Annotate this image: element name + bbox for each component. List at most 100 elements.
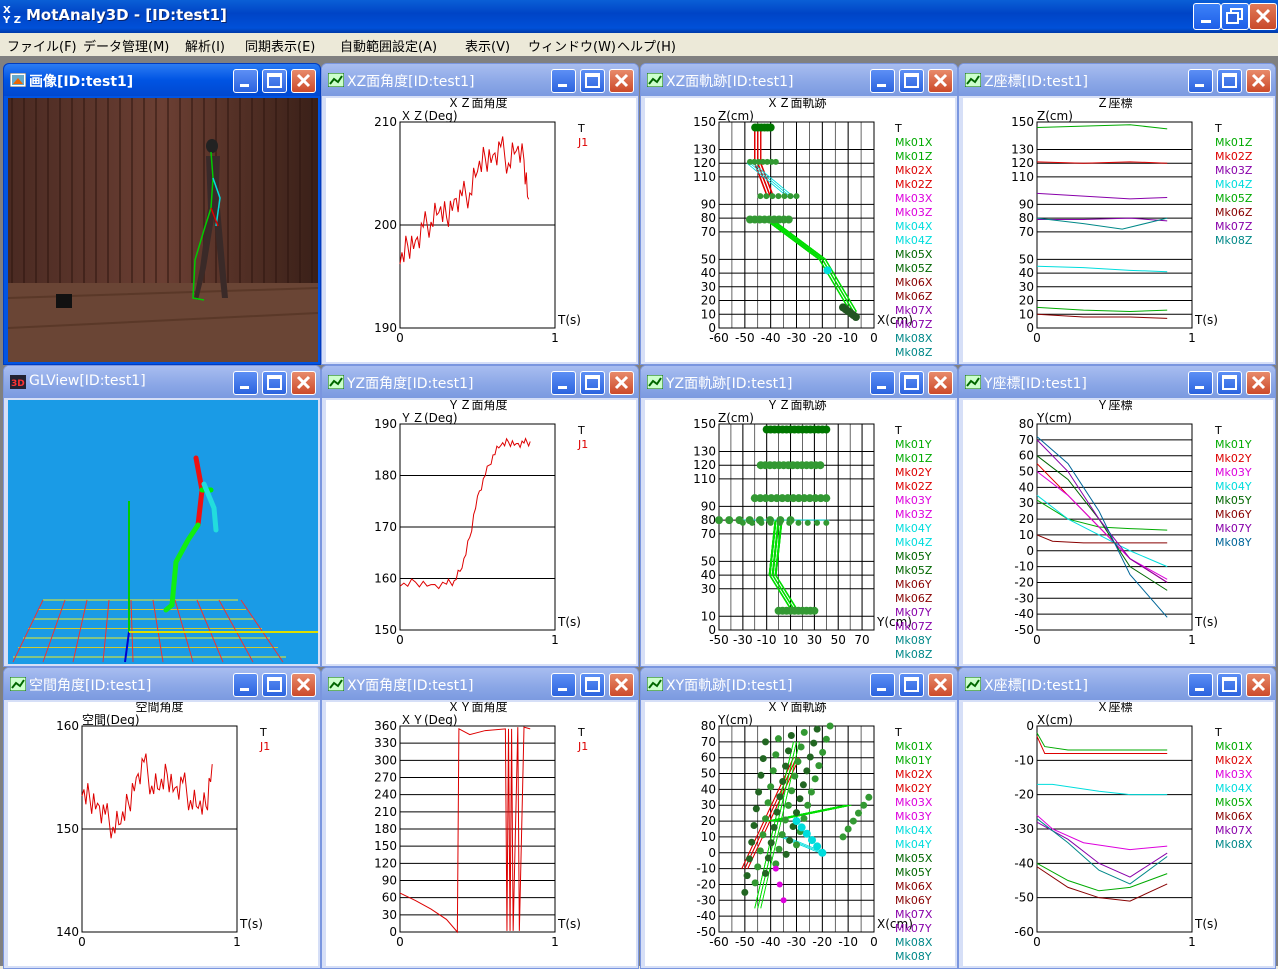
window-xz-angle[interactable]: XZ面角度[ID:test1] ＸＺ面角度 ＸＺ(Deg) 190 200 210 0 1 T(… <box>321 63 639 365</box>
chart-title: ＹＺ面軌跡 <box>766 400 826 412</box>
marker-point <box>739 519 746 526</box>
maximize-button[interactable] <box>580 371 605 395</box>
close-button[interactable] <box>291 69 316 93</box>
maximize-button[interactable] <box>262 371 287 395</box>
menu-help[interactable]: ヘルプ(H) <box>617 36 676 55</box>
marker-point <box>787 193 794 200</box>
maximize-button[interactable] <box>899 69 924 93</box>
window-client-area: 空間角度 空間(Deg) 140 150 160 0 1 T(s) T J1 <box>8 702 318 966</box>
marker-point <box>749 519 756 526</box>
window-xz-traj[interactable]: XZ面軌跡[ID:test1] ＸＺ面軌跡 Z(cm) 0 10 20 30 40 50 70 80… <box>640 63 958 365</box>
legend-entry: T <box>577 122 585 135</box>
window-title-bar[interactable]: 画像[ID:test1] <box>4 64 320 96</box>
close-button[interactable] <box>609 673 634 697</box>
window-title-bar[interactable]: 3D GLView[ID:test1] <box>4 366 320 398</box>
legend-entry: Mk01Z <box>895 452 933 465</box>
maximize-button[interactable] <box>1217 69 1242 93</box>
menu-window[interactable]: ウィンドウ(W) <box>528 36 616 55</box>
close-button[interactable] <box>291 371 316 395</box>
window-title-bar[interactable]: XZ面角度[ID:test1] <box>322 64 638 96</box>
close-button[interactable] <box>1246 673 1271 697</box>
window-title-bar[interactable]: XY面軌跡[ID:test1] <box>641 668 957 700</box>
marker-point <box>802 829 811 838</box>
menu-sync-display[interactable]: 同期表示(E) <box>245 36 315 55</box>
close-button[interactable] <box>928 673 953 697</box>
close-button[interactable] <box>1246 371 1271 395</box>
marker-point <box>786 836 794 844</box>
window-title-bar[interactable]: X座標[ID:test1] <box>959 668 1275 700</box>
marker-point <box>764 799 772 807</box>
legend-entry: Mk01Z <box>1215 136 1253 149</box>
window-title-bar[interactable]: XY面角度[ID:test1] <box>322 668 638 700</box>
legend-entry: Mk03X <box>1215 768 1253 781</box>
window-z-coord[interactable]: Z座標[ID:test1] Ｚ座標 Z(cm) 0 10 20 30 40 50 70 80 90 11… <box>958 63 1276 365</box>
window-client-area: ＹＺ面軌跡 Z(cm) 0 10 30 40 50 70 80 90 110 120 130 150 -50… <box>645 400 955 664</box>
series-line-J1 <box>399 726 531 934</box>
y-tick-label: -60 <box>1014 925 1034 939</box>
minimize-button[interactable] <box>233 69 258 93</box>
maximize-button[interactable] <box>262 69 287 93</box>
minimize-button[interactable] <box>551 673 576 697</box>
minimize-button[interactable] <box>551 69 576 93</box>
y-tick-label: 70 <box>701 225 716 239</box>
menu-analysis[interactable]: 解析(I) <box>185 36 225 55</box>
minimize-button[interactable] <box>1188 69 1213 93</box>
app-restore-button[interactable] <box>1221 3 1249 30</box>
close-button[interactable] <box>928 371 953 395</box>
minimize-button[interactable] <box>551 371 576 395</box>
legend-entry: Mk02Z <box>895 178 933 191</box>
window-title-bar[interactable]: 空間角度[ID:test1] <box>4 668 320 700</box>
window-title-bar[interactable]: YZ面角度[ID:test1] <box>322 366 638 398</box>
window-x-coord[interactable]: X座標[ID:test1] Ｘ座標 X(cm) -60 -50 -40 -30 -20 -10 0… <box>958 667 1276 969</box>
app-close-button[interactable] <box>1249 3 1277 30</box>
window-title-bar[interactable]: XZ面軌跡[ID:test1] <box>641 64 957 96</box>
minimize-button[interactable] <box>1188 371 1213 395</box>
minimize-button[interactable] <box>233 673 258 697</box>
window-title-bar[interactable]: Z座標[ID:test1] <box>959 64 1275 96</box>
series-line-Mk07Y <box>1036 439 1168 583</box>
menu-auto-range[interactable]: 自動範囲設定(A) <box>340 36 437 55</box>
window-image[interactable]: 画像[ID:test1] <box>3 63 321 365</box>
legend-entry: Mk03X <box>895 796 933 809</box>
maximize-button[interactable] <box>580 673 605 697</box>
maximize-button[interactable] <box>262 673 287 697</box>
x-tick-label: 0 <box>396 331 404 345</box>
window-space-angle[interactable]: 空間角度[ID:test1] 空間角度 空間(Deg) 140 150 160 0 1 T(s)… <box>3 667 321 969</box>
minimize-button[interactable] <box>233 371 258 395</box>
window-xy-angle[interactable]: XY面角度[ID:test1] ＸＹ面角度 ＸＹ(Deg) 0 30 60 90 120 150… <box>321 667 639 969</box>
close-button[interactable] <box>928 69 953 93</box>
menu-view[interactable]: 表示(V) <box>465 36 510 55</box>
y-tick-label: 0 <box>1026 719 1034 733</box>
window-title-bar[interactable]: Y座標[ID:test1] <box>959 366 1275 398</box>
close-button[interactable] <box>291 673 316 697</box>
window-glview[interactable]: 3D GLView[ID:test1] <box>3 365 321 667</box>
trajectory-line <box>818 259 851 312</box>
marker-point <box>804 801 812 809</box>
window-xy-traj[interactable]: XY面軌跡[ID:test1] ＸＹ面軌跡 Y(cm) -50 -40 -30 -20 -10… <box>640 667 958 969</box>
x-axis-label: T(s) <box>557 313 581 327</box>
window-yz-angle[interactable]: YZ面角度[ID:test1] ＹＺ面角度 ＹＺ(Deg) 150 160 170 180 1… <box>321 365 639 667</box>
minimize-button[interactable] <box>870 673 895 697</box>
maximize-button[interactable] <box>1217 673 1242 697</box>
window-title-bar[interactable]: YZ面軌跡[ID:test1] <box>641 366 957 398</box>
restore-icon <box>1226 8 1243 24</box>
maximize-button[interactable] <box>899 371 924 395</box>
window-yz-traj[interactable]: YZ面軌跡[ID:test1] ＹＺ面軌跡 Z(cm) 0 10 30 40 50 70 80 90… <box>640 365 958 667</box>
y-tick-label: 30 <box>1019 496 1034 510</box>
app-minimize-button[interactable] <box>1193 3 1221 30</box>
close-button[interactable] <box>609 371 634 395</box>
minimize-button[interactable] <box>1188 673 1213 697</box>
close-button[interactable] <box>1246 69 1271 93</box>
maximize-button[interactable] <box>1217 371 1242 395</box>
close-button[interactable] <box>609 69 634 93</box>
menu-data-management[interactable]: データ管理(M) <box>83 36 169 55</box>
maximize-button[interactable] <box>580 69 605 93</box>
maximize-button[interactable] <box>899 673 924 697</box>
window-y-coord[interactable]: Y座標[ID:test1] Ｙ座標 Y(cm) -50 -40 -30 -20 -10 0 10 2… <box>958 365 1276 667</box>
minimize-button[interactable] <box>870 371 895 395</box>
y-tick-label: 30 <box>1019 280 1034 294</box>
minimize-button[interactable] <box>870 69 895 93</box>
y-tick-label: 90 <box>382 874 397 888</box>
menu-file[interactable]: ファイル(F) <box>7 36 77 55</box>
x-tick-label: -30 <box>787 331 807 345</box>
